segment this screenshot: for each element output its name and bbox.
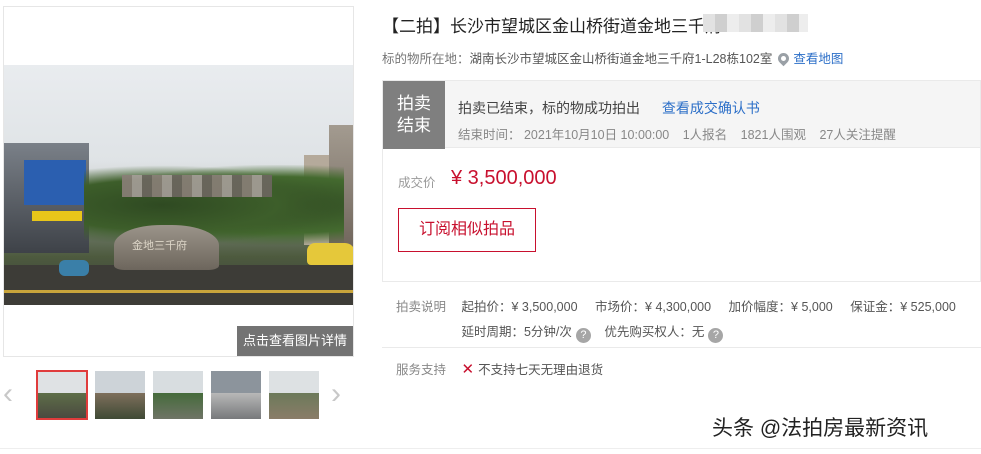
bid-increment: 加价幅度：¥ 5,000 xyxy=(728,300,833,314)
final-price-value: ¥ 3,500,000 xyxy=(451,167,557,189)
start-price: 起拍价：¥ 3,500,000 xyxy=(461,300,578,314)
help-icon[interactable]: ? xyxy=(575,328,591,343)
service-label: 服务支持 xyxy=(396,363,447,377)
property-photo: 金地三千府 xyxy=(4,65,353,305)
location-address: 湖南长沙市望城区金山桥街道金地三千府1-L28栋102室 xyxy=(469,52,773,66)
location-line: 标的物所在地：湖南长沙市望城区金山桥街道金地三千府1-L28栋102室 查看地图 xyxy=(382,48,843,67)
view-count: 1821人围观 xyxy=(740,128,806,142)
thumbnail[interactable] xyxy=(268,370,320,420)
status-message: 拍卖已结束，标的物成功拍出 查看成交确认书 xyxy=(458,100,760,116)
entrance-stone-text: 金地三千府 xyxy=(132,239,187,252)
help-icon[interactable]: ? xyxy=(708,328,724,343)
map-pin-icon xyxy=(776,50,792,67)
thumbnail[interactable] xyxy=(152,370,204,420)
final-price-label: 成交价 xyxy=(398,176,436,190)
signup-count: 1人报名 xyxy=(682,128,728,142)
service-row: 服务支持 ✕ 不支持七天无理由退货 xyxy=(396,359,603,378)
auction-status-panel: 拍卖 结束 拍卖已结束，标的物成功拍出 查看成交确认书 结束时间： 2021年1… xyxy=(382,80,981,149)
status-badge: 拍卖 结束 xyxy=(383,81,445,149)
view-photo-details-button[interactable]: 点击查看图片详情 xyxy=(237,326,353,356)
chevron-right-icon[interactable]: › xyxy=(331,379,341,409)
chevron-left-icon[interactable]: ‹ xyxy=(3,379,13,409)
auction-info-label: 拍卖说明 xyxy=(396,300,447,314)
blurred-title-region xyxy=(703,14,808,32)
subscribe-similar-button[interactable]: 订阅相似拍品 xyxy=(398,208,536,252)
thumbnail[interactable] xyxy=(36,370,88,420)
view-confirmation-link[interactable]: 查看成交确认书 xyxy=(662,100,760,116)
location-label: 标的物所在地： xyxy=(382,52,470,66)
page-title: 【二拍】长沙市望城区金山桥街道金地三千府 xyxy=(382,17,722,36)
blurred-region xyxy=(122,175,272,197)
thumbnail[interactable] xyxy=(210,370,262,420)
market-price: 市场价：¥ 4,300,000 xyxy=(595,300,712,314)
watermark: 头条 @法拍房最新资讯 xyxy=(712,417,929,440)
thumbnail[interactable] xyxy=(94,370,146,420)
follower-count: 27人关注提醒 xyxy=(819,128,896,142)
priority-buyer: 优先购买权人：无 xyxy=(604,325,705,339)
divider xyxy=(0,448,981,449)
view-map-link[interactable]: 查看地图 xyxy=(793,52,843,66)
divider xyxy=(382,347,981,348)
no-return-text: 不支持七天无理由退货 xyxy=(478,363,604,377)
status-meta: 结束时间： 2021年10月10日 10:00:00 1人报名 1821人围观 … xyxy=(458,124,906,143)
auction-info-row-2: 延时周期：5分钟/次? 优先购买权人：无? xyxy=(396,321,724,343)
close-icon: ✕ xyxy=(461,361,475,378)
main-photo[interactable]: 金地三千府 点击查看图片详情 xyxy=(3,6,354,357)
thumbnail-strip: ‹ › xyxy=(3,367,355,423)
auction-info-row-1: 拍卖说明 起拍价：¥ 3,500,000 市场价：¥ 4,300,000 加价幅… xyxy=(396,296,970,315)
end-time: 结束时间： 2021年10月10日 10:00:00 xyxy=(458,128,670,142)
price-panel: 成交价 ¥ 3,500,000 订阅相似拍品 xyxy=(382,148,981,282)
delay-period: 延时周期：5分钟/次 xyxy=(461,325,572,339)
deposit: 保证金：¥ 525,000 xyxy=(850,300,956,314)
